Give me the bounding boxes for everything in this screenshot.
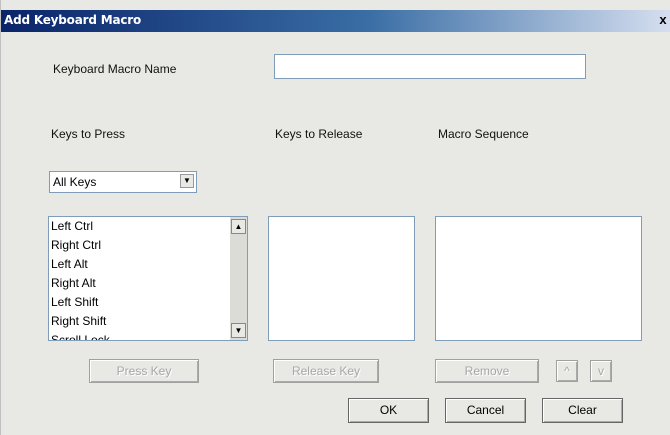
list-item[interactable]: Right Shift [49, 312, 247, 331]
key-filter-value: All Keys [53, 175, 97, 189]
macro-sequence-list[interactable] [435, 216, 642, 341]
list-scrollbar[interactable]: ▲ ▼ [230, 217, 247, 340]
keys-to-press-label: Keys to Press [51, 127, 126, 141]
clear-button[interactable]: Clear [542, 398, 623, 423]
move-up-button[interactable]: ^ [556, 360, 578, 382]
remove-button[interactable]: Remove [435, 359, 539, 383]
scroll-down-icon[interactable]: ▼ [231, 323, 246, 338]
close-button[interactable]: x [657, 12, 669, 28]
list-item[interactable]: Right Ctrl [49, 236, 247, 255]
dialog-body: Keyboard Macro Name Keys to Press Keys t… [1, 32, 670, 435]
list-item[interactable]: Left Shift [49, 293, 247, 312]
chevron-down-icon[interactable]: ▼ [180, 174, 194, 188]
window-title: Add Keyboard Macro [4, 13, 142, 27]
list-item[interactable]: Left Alt [49, 255, 247, 274]
macro-sequence-label: Macro Sequence [438, 127, 529, 141]
scroll-up-icon[interactable]: ▲ [231, 219, 246, 234]
cancel-button[interactable]: Cancel [445, 398, 526, 423]
key-filter-select[interactable]: All Keys ▼ [49, 171, 197, 193]
macro-name-input[interactable] [274, 54, 586, 79]
title-bar[interactable]: Add Keyboard Macro x [1, 10, 670, 32]
ok-button[interactable]: OK [348, 398, 429, 423]
list-item[interactable]: Scroll Lock [49, 331, 247, 340]
move-down-button[interactable]: v [590, 360, 612, 382]
add-keyboard-macro-dialog: Add Keyboard Macro x Keyboard Macro Name… [0, 0, 670, 435]
list-item[interactable]: Right Alt [49, 274, 247, 293]
press-key-button[interactable]: Press Key [89, 359, 199, 383]
keys-to-release-list[interactable] [268, 216, 415, 341]
macro-name-label: Keyboard Macro Name [53, 62, 177, 76]
list-item[interactable]: Left Ctrl [49, 217, 247, 236]
keys-to-release-label: Keys to Release [275, 127, 363, 141]
keys-to-press-list[interactable]: Left Ctrl Right Ctrl Left Alt Right Alt … [48, 216, 248, 341]
release-key-button[interactable]: Release Key [273, 359, 379, 383]
